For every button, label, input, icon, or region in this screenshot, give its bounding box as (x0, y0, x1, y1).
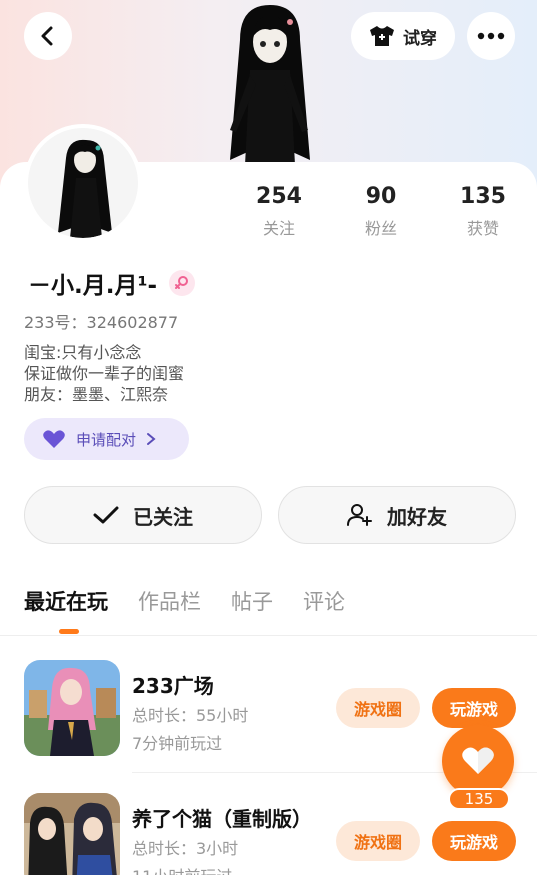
followed-label: 已关注 (133, 504, 193, 529)
stat-fans-value: 90 (365, 184, 397, 209)
game-title: 233广场 (132, 674, 214, 698)
game-last-played: 7分钟前玩过 (132, 734, 223, 753)
stat-likes-value: 135 (460, 184, 506, 209)
pair-request-label: 申请配对 (76, 430, 137, 449)
stat-following[interactable]: 254 关注 (234, 184, 324, 239)
stat-following-value: 254 (256, 184, 302, 209)
more-icon (477, 32, 505, 40)
avatar-figure-image (230, 5, 310, 165)
chevron-right-icon (147, 433, 156, 445)
stat-fans[interactable]: 90 粉丝 (336, 184, 426, 239)
bio-line: 保证做你一辈子的闺蜜 (24, 364, 185, 383)
shirt-icon (370, 26, 394, 46)
play-game-button[interactable]: 玩游戏 (432, 821, 516, 861)
game-thumbnail[interactable] (24, 793, 120, 875)
game-thumbnail[interactable] (24, 660, 120, 756)
check-icon (93, 506, 119, 524)
profile-tabs: 最近在玩 作品栏 帖子 评论 (24, 586, 345, 616)
back-arrow-icon (41, 26, 53, 46)
user-id: 233号：324602877 (24, 313, 179, 332)
game-circle-button[interactable]: 游戏圈 (336, 688, 420, 728)
more-button[interactable] (467, 12, 515, 60)
followed-button[interactable]: 已关注 (24, 486, 262, 544)
stat-likes[interactable]: 135 获赞 (438, 184, 528, 239)
heart-icon (43, 430, 65, 448)
avatar-image (28, 128, 138, 238)
tab-recent-played[interactable]: 最近在玩 (24, 586, 108, 616)
active-tab-indicator (59, 629, 79, 634)
play-game-button[interactable]: 玩游戏 (432, 688, 516, 728)
female-icon (169, 270, 196, 296)
game-circle-button[interactable]: 游戏圈 (336, 821, 420, 861)
heart-icon (462, 747, 494, 774)
like-count: 135 (448, 788, 510, 810)
tab-posts[interactable]: 帖子 (231, 586, 273, 616)
game-last-played: 11小时前玩过 (132, 863, 232, 875)
stat-likes-label: 获赞 (466, 219, 499, 238)
like-button[interactable] (442, 725, 514, 797)
pair-request-button[interactable]: 申请配对 (24, 418, 189, 460)
stat-following-label: 关注 (262, 219, 295, 238)
add-friend-button[interactable]: 加好友 (278, 486, 516, 544)
bio: 闺宝:只有小念念 保证做你一辈子的闺蜜 朋友：墨墨、江熙奈 (24, 342, 184, 405)
add-friend-label: 加好友 (387, 504, 447, 529)
back-button[interactable] (24, 12, 72, 60)
bio-line: 闺宝:只有小念念 (24, 343, 142, 362)
game-duration: 总时长：3小时 (132, 839, 239, 858)
divider (0, 635, 537, 636)
game-title: 养了个猫（重制版） (132, 807, 312, 831)
tab-comments[interactable]: 评论 (303, 586, 345, 616)
try-on-label: 试穿 (403, 28, 437, 49)
username-row: －小.月.月¹- (28, 266, 196, 300)
try-on-button[interactable]: 试穿 (351, 12, 455, 60)
add-user-icon (347, 504, 372, 526)
stat-fans-label: 粉丝 (364, 219, 397, 238)
avatar[interactable] (24, 124, 142, 242)
bio-line: 朋友：墨墨、江熙奈 (24, 385, 169, 404)
game-duration: 总时长：55小时 (132, 706, 249, 725)
username: －小.月.月¹- (28, 273, 158, 299)
tab-works[interactable]: 作品栏 (138, 586, 201, 616)
